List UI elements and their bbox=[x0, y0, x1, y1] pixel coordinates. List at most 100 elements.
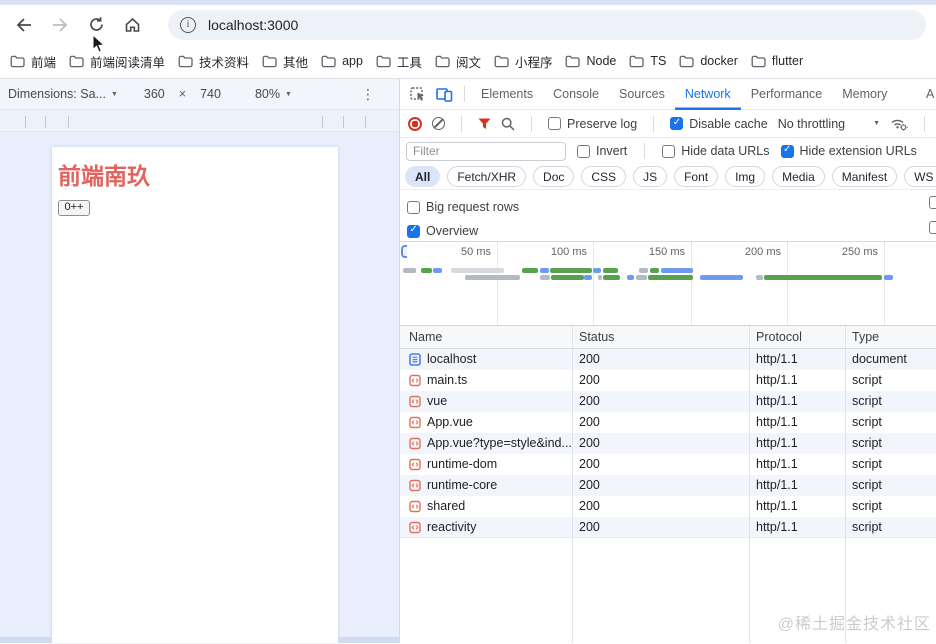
filter-chip-img[interactable]: Img bbox=[725, 166, 765, 187]
cell-type: script bbox=[845, 454, 936, 475]
filter-chip-font[interactable]: Font bbox=[674, 166, 718, 187]
watermark: @稀土掘金技术社区 bbox=[778, 610, 931, 634]
bookmarks-bar: 前端前端阅读清单技术资料其他 app 工具阅文小程序 Node TS docker flut… bbox=[0, 44, 936, 79]
filter-input[interactable] bbox=[406, 142, 566, 161]
address-bar[interactable]: i localhost:3000 bbox=[168, 10, 926, 40]
zoom-select[interactable]: 80% ▼ bbox=[255, 87, 292, 101]
bookmark-folder[interactable]: flutter bbox=[751, 54, 803, 68]
devtools-tabs: ElementsConsoleSourcesNetworkPerformance… bbox=[471, 79, 897, 110]
bookmark-folder[interactable]: 工具 bbox=[376, 52, 422, 71]
tab-console[interactable]: Console bbox=[543, 79, 609, 110]
folder-icon bbox=[10, 55, 25, 68]
filter-chip-ws[interactable]: WS bbox=[904, 166, 936, 187]
bookmark-folder[interactable]: docker bbox=[679, 54, 738, 68]
tab-application-clipped[interactable]: A bbox=[926, 79, 936, 110]
filter-chip-manifest[interactable]: Manifest bbox=[832, 166, 897, 187]
overview-checkbox[interactable]: Overview bbox=[407, 219, 936, 243]
filter-chip-all[interactable]: All bbox=[405, 166, 440, 187]
checkbox-checked[interactable] bbox=[670, 117, 683, 130]
preserve-log-checkbox[interactable]: Preserve log bbox=[548, 117, 637, 131]
hide-data-urls-checkbox[interactable]: Hide data URLs bbox=[662, 144, 769, 158]
filter-chip-css[interactable]: CSS bbox=[581, 166, 626, 187]
cell-name: vue bbox=[400, 391, 572, 412]
forward-icon[interactable] bbox=[46, 11, 74, 39]
checkbox-unchecked[interactable] bbox=[662, 145, 675, 158]
bookmark-folder[interactable]: Node bbox=[565, 54, 616, 68]
viewport-height-field[interactable]: 740 bbox=[200, 87, 221, 101]
table-row[interactable]: shared200http/1.1script bbox=[400, 496, 936, 517]
hide-extension-urls-label: Hide extension URLs bbox=[800, 144, 917, 158]
bookmark-folder[interactable]: 阅文 bbox=[435, 52, 481, 71]
toggle-device-toolbar-icon[interactable] bbox=[432, 82, 456, 106]
checkbox-unchecked[interactable] bbox=[548, 117, 561, 130]
checkbox-checked[interactable] bbox=[407, 225, 420, 238]
inspect-element-icon[interactable] bbox=[406, 82, 430, 106]
waterfall-segment bbox=[433, 268, 442, 273]
timeline-selection-handle[interactable] bbox=[401, 245, 407, 258]
site-info-icon[interactable]: i bbox=[180, 17, 196, 33]
device-toolbar-menu-icon[interactable]: ⋮ bbox=[361, 86, 375, 103]
column-header-name[interactable]: Name bbox=[400, 326, 572, 348]
table-body: localhost200http/1.1documentmain.ts200ht… bbox=[400, 349, 936, 538]
table-row[interactable]: runtime-dom200http/1.1script bbox=[400, 454, 936, 475]
cell-protocol: http/1.1 bbox=[749, 370, 845, 391]
invert-label: Invert bbox=[596, 144, 627, 158]
column-header-status[interactable]: Status bbox=[572, 326, 749, 348]
viewport-width-field[interactable]: 360 bbox=[144, 87, 165, 101]
tab-elements[interactable]: Elements bbox=[471, 79, 543, 110]
table-row[interactable]: main.ts200http/1.1script bbox=[400, 370, 936, 391]
ruler-tick bbox=[25, 116, 26, 128]
bookmark-folder[interactable]: 前端 bbox=[10, 52, 56, 71]
counter-button[interactable]: 0++ bbox=[58, 200, 90, 216]
url-text[interactable]: localhost:3000 bbox=[208, 17, 298, 33]
tab-memory[interactable]: Memory bbox=[832, 79, 897, 110]
page-viewport: 前端南玖 0++ bbox=[52, 147, 338, 643]
filter-funnel-icon[interactable] bbox=[478, 118, 491, 130]
table-row[interactable]: vue200http/1.1script bbox=[400, 391, 936, 412]
table-row[interactable]: localhost200http/1.1document bbox=[400, 349, 936, 370]
filter-chip-doc[interactable]: Doc bbox=[533, 166, 574, 187]
waterfall-segment bbox=[764, 275, 882, 280]
table-row[interactable]: runtime-core200http/1.1script bbox=[400, 475, 936, 496]
checkbox-unchecked[interactable] bbox=[577, 145, 590, 158]
record-network-log-icon[interactable] bbox=[408, 117, 422, 131]
network-conditions-icon[interactable] bbox=[890, 117, 908, 131]
table-row[interactable]: App.vue200http/1.1script bbox=[400, 412, 936, 433]
chevron-down-icon[interactable]: ▼ bbox=[873, 120, 880, 127]
filter-chip-media[interactable]: Media bbox=[772, 166, 825, 187]
checkbox-checked[interactable] bbox=[781, 145, 794, 158]
search-icon[interactable] bbox=[501, 117, 515, 131]
waterfall-segment bbox=[451, 268, 504, 273]
checkbox-unchecked[interactable] bbox=[407, 201, 420, 214]
clear-network-log-icon[interactable] bbox=[432, 117, 445, 130]
column-header-protocol[interactable]: Protocol bbox=[749, 326, 845, 348]
tab-network[interactable]: Network bbox=[675, 79, 741, 110]
invert-checkbox[interactable]: Invert bbox=[577, 144, 627, 158]
ruler-tick bbox=[45, 116, 46, 128]
hide-extension-urls-checkbox[interactable]: Hide extension URLs bbox=[781, 144, 917, 158]
table-row[interactable]: reactivity200http/1.1script bbox=[400, 517, 936, 538]
table-row[interactable]: App.vue?type=style&ind...200http/1.1scri… bbox=[400, 433, 936, 454]
network-overview-timeline[interactable]: 50 ms100 ms150 ms200 ms250 ms bbox=[400, 242, 936, 326]
clipped-checkbox[interactable] bbox=[929, 196, 936, 209]
bookmark-folder[interactable]: 小程序 bbox=[494, 52, 553, 71]
home-icon[interactable] bbox=[118, 11, 146, 39]
back-icon[interactable] bbox=[10, 11, 38, 39]
throttling-select[interactable]: No throttling bbox=[778, 117, 845, 131]
bookmark-folder[interactable]: app bbox=[321, 54, 363, 68]
bookmark-folder[interactable]: 技术资料 bbox=[178, 52, 249, 71]
bookmark-folder[interactable]: 前端阅读清单 bbox=[69, 52, 165, 71]
filter-chip-js[interactable]: JS bbox=[633, 166, 667, 187]
tab-sources[interactable]: Sources bbox=[609, 79, 675, 110]
column-header-type[interactable]: Type bbox=[845, 326, 936, 348]
tab-performance[interactable]: Performance bbox=[741, 79, 833, 110]
bookmark-folder[interactable]: TS bbox=[629, 54, 666, 68]
clipped-checkbox[interactable] bbox=[929, 221, 936, 234]
bookmark-folder[interactable]: 其他 bbox=[262, 52, 308, 71]
waterfall-segment bbox=[650, 268, 659, 273]
dimensions-select[interactable]: Dimensions: Sa... ▼ bbox=[8, 87, 118, 101]
divider bbox=[531, 116, 532, 132]
big-request-rows-checkbox[interactable]: Big request rows bbox=[407, 195, 936, 219]
filter-chip-fetch-xhr[interactable]: Fetch/XHR bbox=[447, 166, 526, 187]
disable-cache-checkbox[interactable]: Disable cache bbox=[670, 117, 768, 131]
